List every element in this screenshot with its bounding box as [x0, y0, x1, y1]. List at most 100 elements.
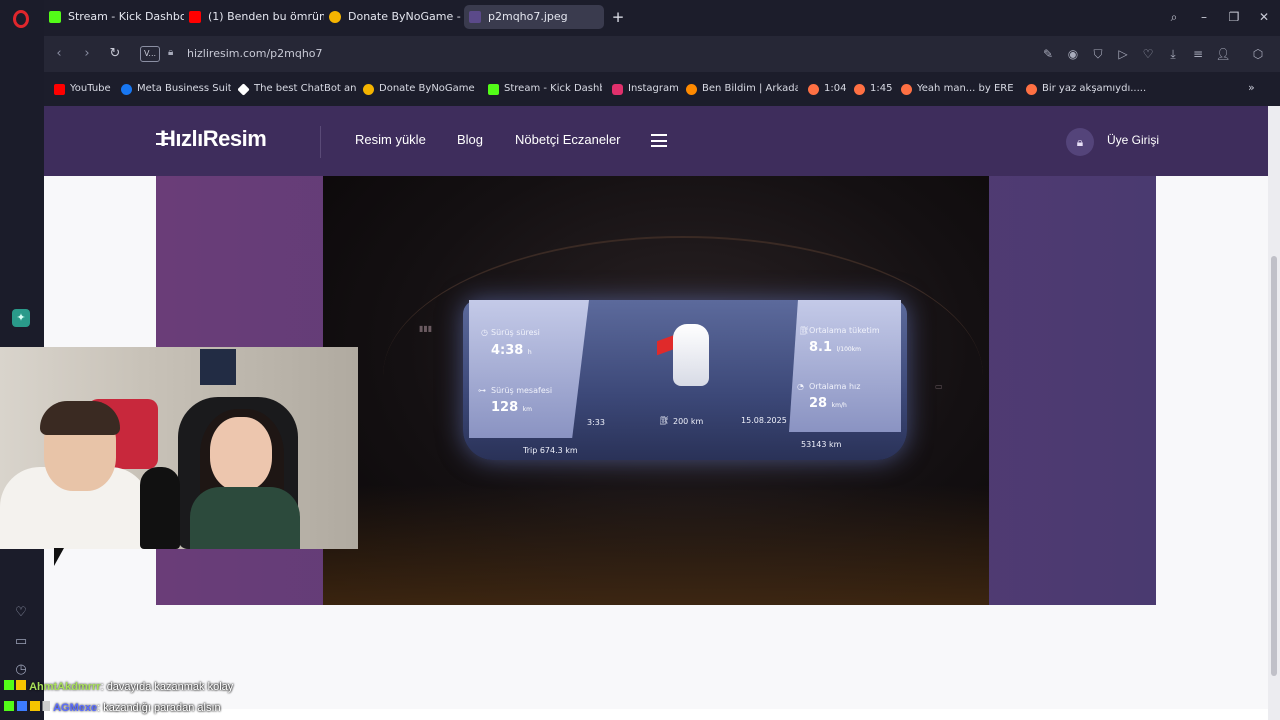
- nav-blog[interactable]: Blog: [457, 132, 483, 147]
- music-icon: [854, 84, 865, 95]
- page-scrollbar[interactable]: [1268, 106, 1280, 720]
- dashboard-glow: [323, 485, 989, 605]
- avg-consumption-unit: l/100km: [836, 346, 862, 353]
- hizliresim-icon: [469, 11, 481, 23]
- bookmarks-more-icon[interactable]: »: [1248, 81, 1255, 94]
- download-icon[interactable]: ⤓: [1165, 46, 1181, 62]
- bookmark-1-45[interactable]: 1:45: [854, 81, 896, 97]
- driving-distance-number: 128: [491, 400, 519, 415]
- tab-label: Donate ByNoGame - Gele: [348, 10, 464, 23]
- driving-time-unit: h: [527, 349, 532, 356]
- bynogame-icon: [329, 11, 341, 23]
- maximize-button[interactable]: ❐: [1225, 8, 1243, 26]
- avg-consumption-label: Ortalama tüketim: [809, 326, 880, 335]
- vpn-badge[interactable]: V...: [140, 46, 160, 62]
- heart-icon[interactable]: ♡: [1140, 46, 1156, 62]
- indicator-icon: ▭: [935, 382, 943, 391]
- instrument-cluster: Sürüş süresi ◷ 4:38 h Sürüş mesafesi ⊶ 1…: [463, 300, 907, 460]
- bookmark-donate[interactable]: Donate ByNoGame...: [363, 81, 475, 97]
- nav-upload-image[interactable]: Resim yükle: [355, 132, 426, 147]
- dashboard-photo[interactable]: ▮▮▮ ▭ Sürüş süresi ◷ 4:38 h Sürüş mesafe…: [323, 176, 989, 605]
- avg-consumption-value: 8.1 l/100km: [809, 340, 861, 355]
- bookmark-label: Stream - Kick Dashb...: [504, 83, 602, 94]
- tab-label: (1) Benden bu ömrümü ç: [208, 10, 324, 23]
- menu-icon[interactable]: ≡: [1190, 46, 1206, 62]
- login-link[interactable]: Üye Girişi: [1107, 133, 1159, 147]
- nav-pharmacies[interactable]: Nöbetçi Eczaneler: [515, 132, 621, 147]
- music-icon: [808, 84, 819, 95]
- instagram-icon: [612, 84, 623, 95]
- bookmark-bir-yaz-aksami[interactable]: Bir yaz akşamıydı......: [1026, 81, 1146, 97]
- search-icon[interactable]: ⌕: [1165, 8, 1183, 26]
- bookmark-1-04[interactable]: 1:04: [808, 81, 850, 97]
- site-header: HızlıResim Resim yükle Blog Nöbetçi Ecza…: [44, 106, 1268, 176]
- music-icon: [1026, 84, 1037, 95]
- tab-donate-bynogame[interactable]: Donate ByNoGame - Gele: [324, 5, 464, 29]
- forward-button[interactable]: ›: [78, 45, 96, 63]
- edit-icon[interactable]: ✎: [1040, 46, 1056, 62]
- site-logo[interactable]: HızlıResim: [160, 126, 267, 152]
- minimize-button[interactable]: –: [1195, 8, 1213, 26]
- ai-assistant-icon[interactable]: ✦: [12, 309, 30, 327]
- chat-message: AGMexe: kazandığı paradan alsın: [4, 700, 221, 716]
- camera-icon[interactable]: ◉: [1065, 46, 1081, 62]
- bookmark-label: Yeah man... by ERE...: [917, 83, 1013, 94]
- back-button[interactable]: ‹: [50, 45, 68, 63]
- bookmark-chatbot[interactable]: The best ChatBot an...: [238, 81, 356, 97]
- cluster-left-panel: [469, 300, 589, 438]
- history-window-icon[interactable]: ▭: [12, 633, 30, 651]
- clock-icon[interactable]: ◷: [12, 661, 30, 679]
- cluster-date: 15.08.2025: [741, 416, 787, 425]
- page-footer-strip: [44, 709, 1268, 720]
- bookmark-instagram[interactable]: Instagram: [612, 81, 678, 97]
- bookmark-label: Ben Bildim | Arkada...: [702, 83, 798, 94]
- tab-label: p2mqho7.jpeg: [488, 10, 568, 23]
- bookmark-label: The best ChatBot an...: [254, 83, 356, 94]
- streamer-right-body: [190, 487, 300, 549]
- avg-speed-number: 28: [809, 396, 828, 411]
- close-button[interactable]: ✕: [1255, 8, 1273, 26]
- bookmark-meta-business[interactable]: Meta Business Suite: [121, 81, 231, 97]
- microphone: [140, 467, 180, 549]
- chat-text: : davayıda kazanmak kolay: [100, 681, 234, 693]
- driving-distance-value: 128 km: [491, 400, 532, 415]
- tab-p2mqho7-jpeg[interactable]: p2mqho7.jpeg: [464, 5, 604, 29]
- bookmark-ben-bildim[interactable]: Ben Bildim | Arkada...: [686, 81, 798, 97]
- tab-kick-dashboard[interactable]: Stream - Kick Dashboard: [44, 5, 184, 29]
- bookmarks-bar: YouTube Meta Business Suite The best Cha…: [44, 76, 1280, 102]
- kick-icon: [49, 11, 61, 23]
- shield-icon[interactable]: ⛉: [1090, 46, 1106, 62]
- gauge-ticks-icon: ▮▮▮: [419, 324, 433, 333]
- youtube-icon: [189, 11, 201, 23]
- new-tab-button[interactable]: +: [610, 9, 626, 25]
- driving-time-label: Sürüş süresi: [491, 328, 540, 337]
- play-icon[interactable]: ▷: [1115, 46, 1131, 62]
- reload-button[interactable]: ↻: [106, 45, 124, 63]
- heart-icon[interactable]: ♡: [12, 604, 30, 622]
- login-lock-icon[interactable]: 🔒︎: [1066, 128, 1094, 156]
- profile-icon[interactable]: 👤︎: [1215, 46, 1231, 62]
- avg-speed-label: Ortalama hız: [809, 382, 861, 391]
- bynogame-icon: [363, 84, 374, 95]
- lock-icon[interactable]: 🔒︎: [168, 47, 178, 59]
- chat-badges-icon: [4, 680, 26, 690]
- scrollbar-thumb[interactable]: [1271, 256, 1277, 676]
- opera-logo-icon[interactable]: [13, 10, 29, 28]
- bookmark-yeah-man[interactable]: Yeah man... by ERE...: [901, 81, 1013, 97]
- tab-youtube[interactable]: (1) Benden bu ömrümü ç: [184, 5, 324, 29]
- chat-text: : kazandığı paradan alsın: [97, 702, 221, 714]
- chat-username: AhmtAkdmrrr: [29, 681, 101, 693]
- streamer-right-head: [210, 417, 272, 491]
- url-input[interactable]: hizliresim.com/p2mqho7: [187, 46, 323, 62]
- bookmark-youtube[interactable]: YouTube: [54, 81, 130, 97]
- hamburger-menu-icon[interactable]: [651, 134, 667, 147]
- tab-label: Stream - Kick Dashboard: [68, 10, 184, 23]
- extensions-icon[interactable]: ⬡: [1250, 46, 1266, 62]
- ben-bildim-icon: [686, 84, 697, 95]
- avg-speed-unit: km/h: [831, 402, 847, 409]
- bookmark-label: Meta Business Suite: [137, 83, 231, 94]
- chatbot-icon: [238, 83, 250, 96]
- bookmark-kick[interactable]: Stream - Kick Dashb...: [488, 81, 602, 97]
- odometer: 53143 km: [801, 440, 842, 449]
- bookmark-label: Instagram: [628, 83, 678, 94]
